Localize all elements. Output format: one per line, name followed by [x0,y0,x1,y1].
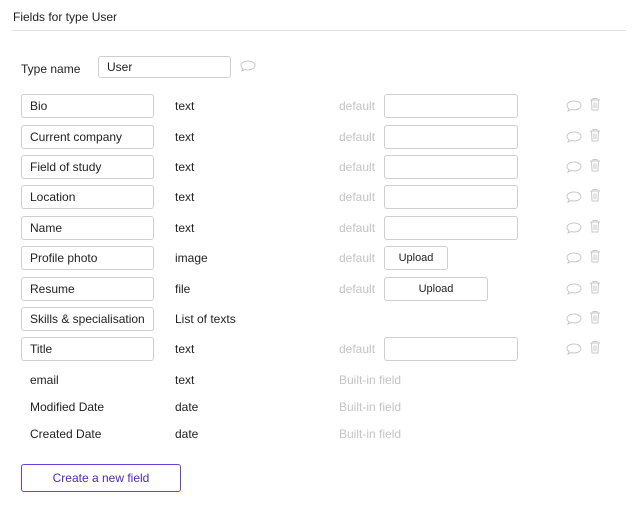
builtin-row-modified-date: Modified Date date Built-in field [0,395,632,421]
field-type[interactable]: text [175,125,194,149]
field-row-current-company: Current company text default [0,125,632,151]
comment-icon[interactable] [566,161,582,173]
field-type: text [175,373,195,387]
default-label: default [339,190,376,204]
field-name-input[interactable]: Bio [21,94,154,118]
default-value-input[interactable] [384,185,518,209]
builtin-label: Built-in field [339,427,402,441]
field-type[interactable]: List of texts [175,307,236,331]
trash-icon[interactable] [589,280,601,294]
upload-button[interactable]: Upload [384,246,448,270]
field-row-field-of-study: Field of study text default [0,155,632,181]
field-type[interactable]: text [175,337,194,361]
trash-icon[interactable] [589,340,601,354]
default-value-input[interactable] [384,125,518,149]
comment-icon[interactable] [566,100,582,112]
header-divider [12,30,626,31]
type-name-label: Type name [21,62,81,76]
default-label: default [339,99,376,113]
default-label: default [339,130,376,144]
field-type[interactable]: text [175,155,194,179]
builtin-row-email: email text Built-in field [0,368,632,394]
create-new-field-button[interactable]: Create a new field [21,464,181,492]
field-type[interactable]: file [175,277,190,301]
trash-icon[interactable] [589,188,601,202]
comment-icon[interactable] [566,313,582,325]
type-name-input[interactable] [98,56,231,78]
builtin-label: Built-in field [339,400,402,414]
field-row-profile-photo: Profile photo image default Upload [0,246,632,272]
trash-icon[interactable] [589,97,601,111]
comment-icon[interactable] [566,252,582,264]
default-label: default [339,342,376,356]
field-row-resume: Resume file default Upload [0,277,632,303]
field-name-input[interactable]: Profile photo [21,246,154,270]
field-name-input[interactable]: Resume [21,277,154,301]
comment-icon[interactable] [566,191,582,203]
trash-icon[interactable] [589,249,601,263]
field-name-input[interactable]: Title [21,337,154,361]
default-value-input[interactable] [384,155,518,179]
page-title: Fields for type User [13,10,118,24]
field-name-input[interactable]: Field of study [21,155,154,179]
field-row-skills: Skills & specialisation List of texts [0,307,632,333]
upload-button[interactable]: Upload [384,277,488,301]
comment-icon[interactable] [566,222,582,234]
trash-icon[interactable] [589,158,601,172]
trash-icon[interactable] [589,219,601,233]
builtin-row-created-date: Created Date date Built-in field [0,422,632,448]
field-type: date [175,427,199,441]
field-type[interactable]: text [175,94,194,118]
field-name-input[interactable]: Location [21,185,154,209]
field-row-location: Location text default [0,185,632,211]
field-type[interactable]: text [175,216,194,240]
default-label: default [339,221,376,235]
default-value-input[interactable] [384,337,518,361]
default-label: default [339,160,376,174]
default-label: default [339,282,376,296]
builtin-field-name: email [30,373,59,387]
builtin-field-name: Created Date [30,427,102,441]
field-name-input[interactable]: Current company [21,125,154,149]
comment-icon[interactable] [240,60,256,72]
trash-icon[interactable] [589,310,601,324]
field-row-name: Name text default [0,216,632,242]
field-type: date [175,400,199,414]
field-row-bio: Bio text default [0,94,632,120]
builtin-field-name: Modified Date [30,400,105,414]
comment-icon[interactable] [566,131,582,143]
comment-icon[interactable] [566,343,582,355]
trash-icon[interactable] [589,128,601,142]
default-value-input[interactable] [384,216,518,240]
field-type[interactable]: image [175,246,208,270]
field-type[interactable]: text [175,185,194,209]
default-label: default [339,251,376,265]
default-value-input[interactable] [384,94,518,118]
field-name-input[interactable]: Skills & specialisation [21,307,154,331]
field-name-input[interactable]: Name [21,216,154,240]
field-row-title: Title text default [0,337,632,363]
comment-icon[interactable] [566,283,582,295]
builtin-label: Built-in field [339,373,402,387]
